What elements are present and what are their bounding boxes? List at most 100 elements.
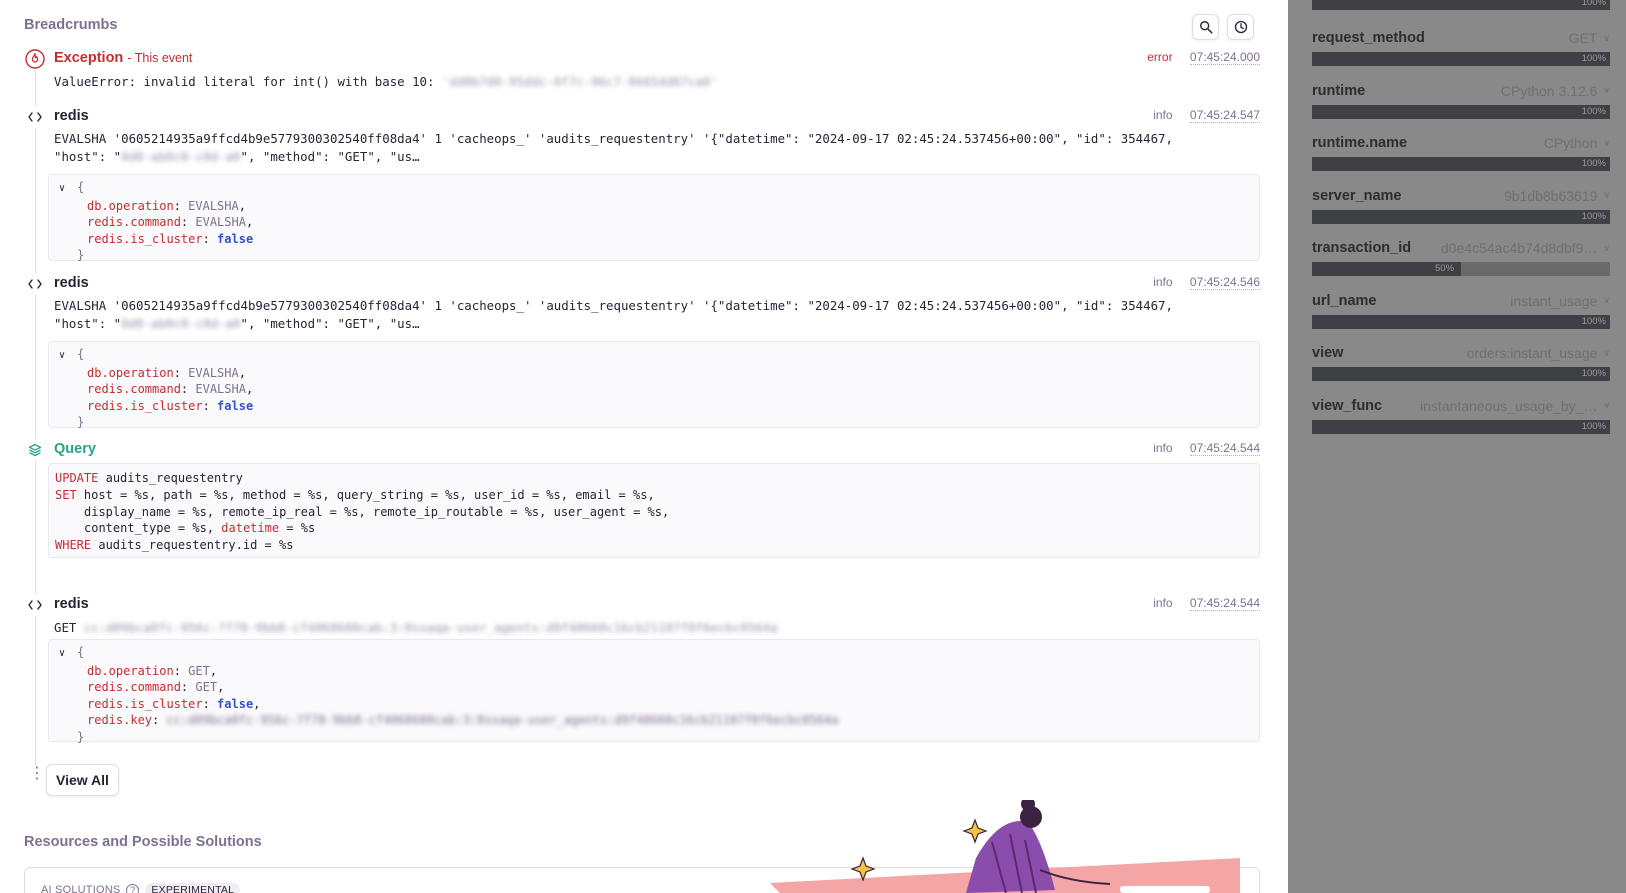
data-open-line[interactable]: ∨{ <box>57 179 1259 198</box>
sql-table: audits_requestentry <box>105 471 243 485</box>
tag-row-view[interactable]: view orders:instant_usage ∨ 100% <box>1312 343 1610 381</box>
tag-bar-fill <box>1312 367 1610 381</box>
crumb-timestamp[interactable]: 07:45:24.544 <box>1189 596 1260 611</box>
tag-value-text: GET <box>1568 30 1598 46</box>
chevron-down-icon[interactable]: ∨ <box>1603 400 1610 411</box>
tag-percent: 100% <box>1581 0 1606 8</box>
tag-row-runtime-name[interactable]: runtime.name CPython ∨ 100% <box>1312 133 1610 171</box>
chevron-down-icon[interactable]: ∨ <box>1603 85 1610 96</box>
chevron-down-icon[interactable]: ∨ <box>1603 295 1610 306</box>
crumb-message: EVALSHA '0605214935a9ffcd4b9e57793003025… <box>54 130 1254 165</box>
chevron-down-icon[interactable]: ∨ <box>59 646 71 663</box>
tag-value[interactable]: 9b1db8b63619 ∨ <box>1504 188 1610 204</box>
brace-close: } <box>77 729 85 744</box>
brace-close: } <box>77 248 85 262</box>
tag-distribution-bar[interactable]: 100% <box>1312 157 1610 171</box>
brace-open: { <box>77 180 85 194</box>
crumb-data-box: ∨{ db.operation: EVALSHA, redis.command:… <box>48 341 1260 429</box>
crumb-data-box: ∨{ db.operation: GET, redis.command: GET… <box>48 639 1260 744</box>
tag-head: server_name 9b1db8b63619 ∨ <box>1312 186 1610 206</box>
ai-solutions-label: AI SOLUTIONS <box>41 884 121 893</box>
data-kv: db.operation: EVALSHA, <box>87 365 246 380</box>
chevron-down-icon[interactable]: ∨ <box>1603 348 1610 359</box>
tag-value[interactable]: GET ∨ <box>1569 30 1610 46</box>
tag-value[interactable]: CPython ∨ <box>1544 135 1610 151</box>
tag-key: runtime <box>1312 82 1366 99</box>
tag-value-text: instant_usage <box>1510 292 1598 309</box>
tag-distribution-bar[interactable]: 100% <box>1312 52 1610 66</box>
tag-distribution-bar[interactable]: 100% <box>1312 0 1610 10</box>
redacted-value: 0d0-ab0c0-c0d-a0 <box>121 148 241 164</box>
tag-bar-fill <box>1312 209 1610 224</box>
crumb-timestamp[interactable]: 07:45:24.546 <box>1189 275 1260 290</box>
crumb-message-text: ", "method": "GET", "us… <box>240 315 420 331</box>
crumb-data-box: ∨{ db.operation: EVALSHA, redis.command:… <box>48 174 1260 262</box>
ai-illustration <box>770 800 1240 893</box>
tag-percent: 100% <box>1581 315 1606 327</box>
chevron-down-icon[interactable]: ∨ <box>59 348 71 365</box>
time-format-button[interactable] <box>1227 14 1254 40</box>
tag-distribution-bar[interactable]: 100% <box>1312 367 1610 381</box>
tag-value[interactable]: orders:instant_usage ∨ <box>1467 345 1610 361</box>
crumb-meta: info 07:45:24.544 <box>1153 596 1260 611</box>
tag-percent: 100% <box>1581 158 1606 169</box>
tag-row-request-method[interactable]: request_method GET ∨ 100% <box>1312 28 1610 66</box>
tag-row-transaction-id[interactable]: transaction_id d0e4c54ac4b74d8dbf9… ∨ 50% <box>1312 238 1610 276</box>
crumb-level: info <box>1153 441 1173 455</box>
crumb-timestamp[interactable]: 07:45:24.544 <box>1189 441 1260 456</box>
more-vertical-icon: ⋮ <box>29 765 45 782</box>
tag-value-text: CPython <box>1543 135 1598 151</box>
tag-row-url-name[interactable]: url_name instant_usage ∨ 100% <box>1312 291 1610 329</box>
crumb-timestamp[interactable]: 07:45:24.547 <box>1189 108 1260 123</box>
data-value: GET <box>195 680 218 694</box>
chevron-down-icon[interactable]: ∨ <box>1603 243 1610 254</box>
help-icon[interactable]: ? <box>126 883 140 893</box>
tag-row-runtime[interactable]: runtime CPython 3.12.6 ∨ 100% <box>1312 81 1610 119</box>
data-key: db.operation <box>87 663 174 678</box>
crumb-category: Exception - This event <box>54 48 192 68</box>
data-kv: redis.is_cluster: false <box>87 398 254 413</box>
crumb-timestamp[interactable]: 07:45:24.000 <box>1189 50 1260 65</box>
data-value: EVALSHA <box>195 215 246 229</box>
view-all-button[interactable]: View All <box>46 764 119 796</box>
code-icon <box>24 106 46 128</box>
crumb-subtitle: - This event <box>127 51 193 65</box>
tag-value[interactable]: instantaneous_usage_by_… ∨ <box>1420 398 1610 414</box>
tag-distribution-bar[interactable]: 50% <box>1312 262 1610 276</box>
data-value: false <box>217 231 254 246</box>
data-kv: db.operation: EVALSHA, <box>87 198 246 213</box>
chevron-down-icon[interactable]: ∨ <box>1603 33 1610 44</box>
data-open-line[interactable]: ∨{ <box>57 346 1259 365</box>
tag-row-view-func[interactable]: view_func instantaneous_usage_by_… ∨ 100% <box>1312 396 1610 434</box>
resources-title: Resources and Possible Solutions <box>24 834 262 850</box>
code-icon <box>24 273 46 295</box>
tag-distribution-bar[interactable]: 100% <box>1312 419 1610 434</box>
data-kv: redis.is_cluster: false <box>87 231 254 246</box>
tag-key: server_name <box>1312 187 1402 204</box>
tag-value[interactable]: instant_usage ∨ <box>1510 293 1610 309</box>
tag-head: runtime CPython 3.12.6 ∨ <box>1312 81 1610 101</box>
sql-line: WHERE audits_requestentry.id = %s <box>55 537 1259 554</box>
tag-distribution-bar[interactable]: 100% <box>1312 209 1610 224</box>
sql-line: display_name = %s, remote_ip_real = %s, … <box>84 504 670 519</box>
data-open-line[interactable]: ∨{ <box>57 644 1259 663</box>
chevron-down-icon[interactable]: ∨ <box>1603 138 1610 149</box>
data-key: db.operation <box>87 198 174 213</box>
tag-row-server-name[interactable]: server_name 9b1db8b63619 ∨ 100% <box>1312 186 1610 224</box>
search-breadcrumbs-button[interactable] <box>1192 14 1219 40</box>
clock-icon <box>1234 20 1247 34</box>
stack-icon <box>24 439 46 461</box>
search-icon <box>1199 21 1212 34</box>
tag-value[interactable]: d0e4c54ac4b74d8dbf9… ∨ <box>1441 240 1610 256</box>
tag-percent: 100% <box>1581 210 1606 222</box>
data-key: redis.command <box>87 215 181 229</box>
crumb-message-text: "host": " <box>54 315 122 331</box>
tag-key: view_func <box>1312 397 1383 414</box>
tag-distribution-bar[interactable]: 100% <box>1312 314 1610 329</box>
tag-value[interactable]: CPython 3.12.6 ∨ <box>1501 83 1610 99</box>
tag-value-text: d0e4c54ac4b74d8dbf9… <box>1440 240 1598 256</box>
crumb-level: info <box>1153 596 1173 610</box>
tag-distribution-bar[interactable]: 100% <box>1312 104 1610 119</box>
chevron-down-icon[interactable]: ∨ <box>59 181 71 198</box>
chevron-down-icon[interactable]: ∨ <box>1603 190 1610 201</box>
